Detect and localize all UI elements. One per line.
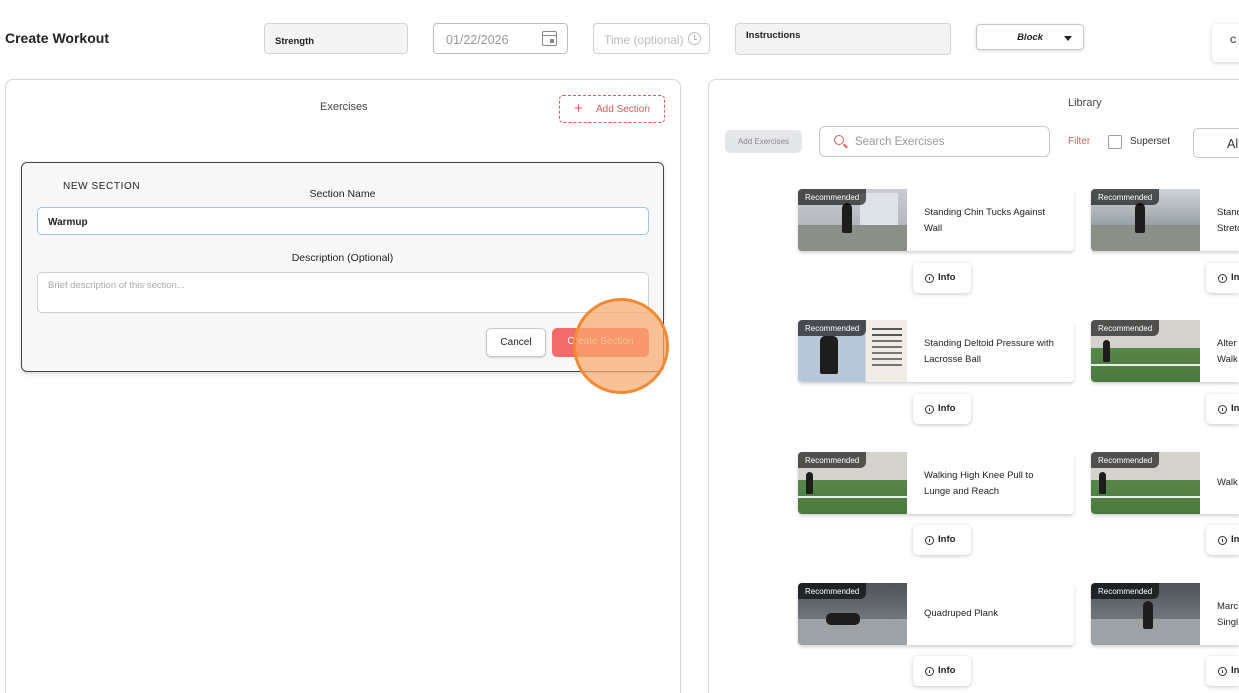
info-button[interactable]: In [1206,394,1239,424]
recommended-badge: Recommended [1091,320,1160,336]
workout-type-select[interactable]: Strength [264,23,408,54]
recommended-badge: Recommended [798,583,867,599]
info-icon [925,274,934,283]
exercise-card[interactable]: Recommended Standi Stretc [1091,189,1239,251]
exercise-card[interactable]: Recommended Walking High Knee Pull to Lu… [798,452,1074,514]
info-button[interactable]: In [1206,525,1239,555]
exercise-thumbnail: Recommended [798,320,907,382]
plus-icon: + [574,100,583,117]
add-exercises-button[interactable]: Add Exercises [725,130,802,153]
info-icon [925,405,934,414]
info-label: Info [938,272,956,283]
caret-down-icon [1064,36,1072,41]
library-title: Library [1068,97,1102,109]
exercise-title: Alter Walk [1217,338,1238,365]
exercise-title: Standing Deltoid Pressure with Lacrosse … [924,338,1054,365]
exercise-thumbnail: Recommended [798,583,907,645]
exercises-title: Exercises [320,101,368,113]
search-icon [834,135,844,145]
exercise-thumbnail: Recommended [1091,320,1200,382]
info-button[interactable]: Info [913,394,971,424]
filter-link[interactable]: Filter [1068,136,1090,147]
exercise-thumbnail: Recommended [798,452,907,514]
edge-button[interactable]: C [1212,24,1239,62]
section-name-label: Section Name [309,188,376,200]
exercise-thumbnail: Recommended [798,189,907,251]
info-button[interactable]: Info [913,525,971,555]
instructions-label: Instructions [746,30,801,41]
time-placeholder: Time (optional) [604,33,684,47]
recommended-badge: Recommended [1091,583,1160,599]
section-name-input[interactable]: Warmup [37,207,649,235]
exercise-card[interactable]: Recommended Standing Deltoid Pressure wi… [798,320,1074,382]
info-button[interactable]: Info [913,263,971,293]
exercise-card[interactable]: Recommended Alter Walk [1091,320,1239,382]
search-exercises-input[interactable]: Search Exercises [819,126,1050,157]
exercise-title: Marc Singl [1217,601,1239,628]
info-button[interactable]: In [1206,263,1239,293]
date-value: 01/22/2026 [446,33,509,47]
info-icon [1218,405,1227,414]
info-icon [925,667,934,676]
workout-type-value: Strength [275,36,315,47]
exercise-title: Walk [1217,477,1238,488]
cancel-button[interactable]: Cancel [486,328,546,357]
category-select[interactable]: Al [1193,128,1239,158]
exercise-card[interactable]: Recommended Marc Singl [1091,583,1239,645]
info-label: Info [938,534,956,545]
superset-label: Superset [1130,136,1171,147]
page-title: Create Workout [5,30,109,46]
recommended-badge: Recommended [798,320,867,336]
exercise-title: Standing Chin Tucks Against Wall [924,207,1045,234]
recommended-badge: Recommended [798,189,867,205]
exercise-card[interactable]: Recommended Quadruped Plank [798,583,1074,645]
exercise-card[interactable]: Recommended Standing Chin Tucks Against … [798,189,1074,251]
add-section-button[interactable]: + Add Section [559,95,665,123]
block-label: Block [1017,32,1043,43]
search-placeholder: Search Exercises [855,136,945,148]
info-icon [1218,536,1227,545]
exercise-title: Walking High Knee Pull to Lunge and Reac… [924,470,1034,497]
info-icon [925,536,934,545]
create-section-button[interactable]: Create Section [552,328,649,357]
recommended-badge: Recommended [798,452,867,468]
clock-icon [688,32,701,45]
new-section-form: NEW SECTION Section Name Warmup Descript… [21,162,664,372]
recommended-badge: Recommended [1091,452,1160,468]
exercise-thumbnail: Recommended [1091,452,1200,514]
description-input[interactable]: Brief description of this section... [37,272,649,313]
info-label: In [1231,403,1239,414]
info-button[interactable]: Info [913,656,971,686]
instructions-field[interactable]: Instructions [735,23,951,55]
add-section-label: Add Section [596,104,650,115]
block-dropdown[interactable]: Block [976,24,1084,50]
exercise-thumbnail: Recommended [1091,583,1200,645]
exercise-title: Quadruped Plank [924,608,998,619]
exercise-title: Standi Stretc [1217,207,1239,234]
superset-checkbox[interactable] [1108,135,1122,149]
calendar-icon[interactable] [542,31,557,46]
info-label: In [1231,534,1239,545]
info-button[interactable]: In [1206,656,1239,686]
description-label: Description (Optional) [291,252,394,264]
edge-button-label: C [1230,35,1237,45]
time-input[interactable]: Time (optional) [593,23,710,54]
exercise-thumbnail: Recommended [1091,189,1200,251]
info-label: In [1231,665,1239,676]
date-input[interactable]: 01/22/2026 [433,23,568,54]
info-icon [1218,667,1227,676]
info-label: Info [938,665,956,676]
info-label: Info [938,403,956,414]
info-icon [1218,274,1227,283]
recommended-badge: Recommended [1091,189,1160,205]
exercise-card[interactable]: Recommended Walk [1091,452,1239,514]
category-select-value: Al [1227,137,1239,151]
info-label: In [1231,272,1239,283]
